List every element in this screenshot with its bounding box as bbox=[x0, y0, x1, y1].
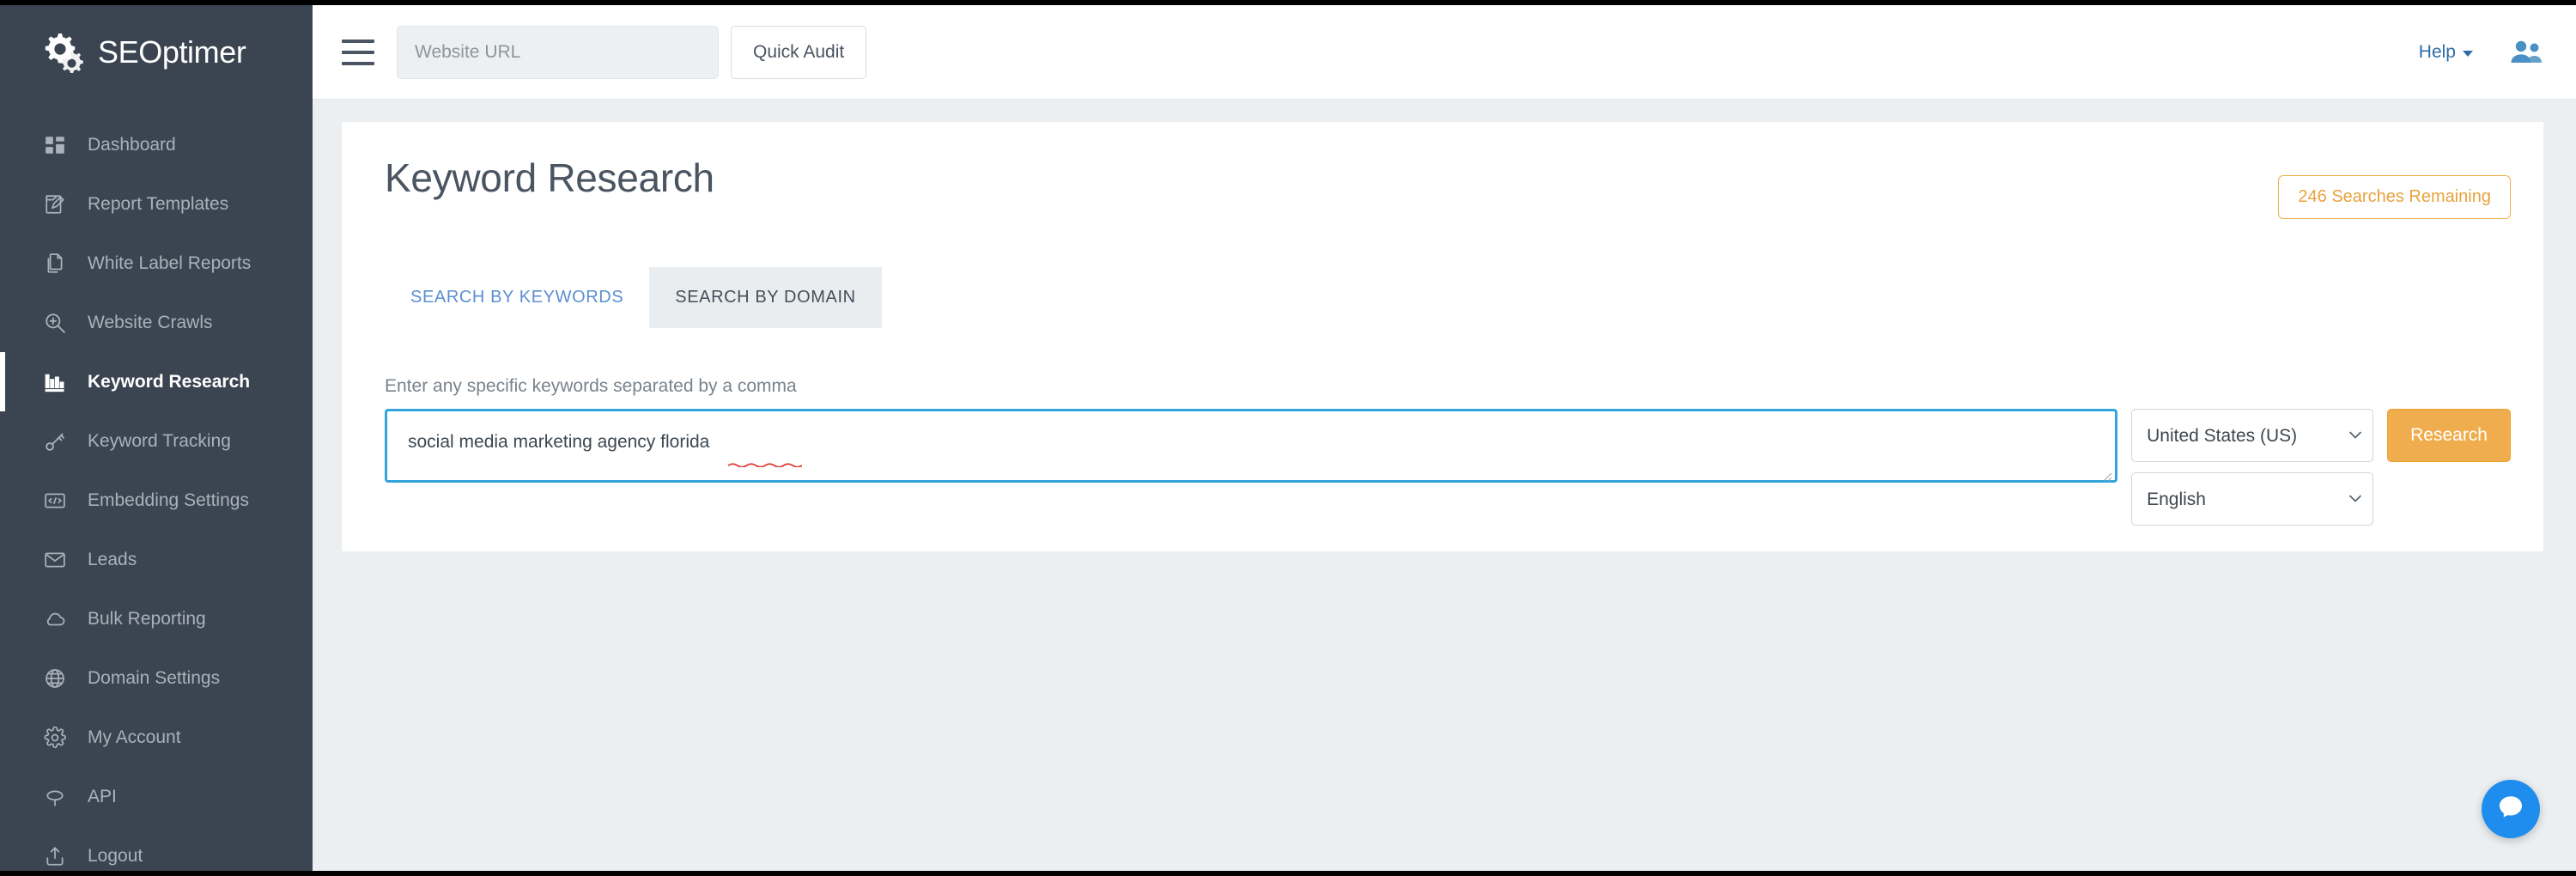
chevron-down-icon bbox=[2463, 50, 2473, 57]
help-menu[interactable]: Help bbox=[2419, 42, 2473, 63]
content-area: Keyword Research 246 Searches Remaining … bbox=[313, 100, 2576, 871]
sidebar-item-label: Keyword Research bbox=[88, 372, 251, 392]
intercom-chat-button[interactable] bbox=[2482, 780, 2540, 838]
website-url-input[interactable] bbox=[397, 25, 719, 79]
documents-copy-icon bbox=[43, 252, 67, 276]
sidebar-item-label: White Label Reports bbox=[88, 253, 252, 273]
sidebar-item-label: Bulk Reporting bbox=[88, 609, 206, 629]
people-avatar-icon[interactable] bbox=[2509, 38, 2543, 67]
sidebar-item-embedding-settings[interactable]: Embedding Settings bbox=[0, 471, 313, 530]
sidebar-item-label: API bbox=[88, 787, 117, 806]
sidebar-item-keyword-tracking[interactable]: Keyword Tracking bbox=[0, 411, 313, 471]
hamburger-icon[interactable] bbox=[342, 39, 374, 65]
plug-icon bbox=[43, 785, 67, 809]
sidebar-item-label: Logout bbox=[88, 846, 143, 866]
country-select[interactable]: United States (US) bbox=[2131, 409, 2374, 462]
locale-selectors: United States (US) English bbox=[2131, 409, 2374, 526]
quick-audit-button[interactable]: Quick Audit bbox=[731, 25, 867, 79]
envelope-icon bbox=[43, 548, 67, 572]
sidebar-item-bulk-reporting[interactable]: Bulk Reporting bbox=[0, 589, 313, 648]
research-button[interactable]: Research bbox=[2387, 409, 2511, 462]
sidebar-item-api[interactable]: API bbox=[0, 767, 313, 826]
page-title: Keyword Research bbox=[385, 155, 714, 200]
language-select[interactable]: English bbox=[2131, 472, 2374, 526]
globe-icon bbox=[43, 666, 67, 690]
search-mode-tabs: SEARCH BY KEYWORDS SEARCH BY DOMAIN bbox=[385, 267, 2511, 328]
sidebar-item-leads[interactable]: Leads bbox=[0, 530, 313, 589]
key-icon bbox=[43, 429, 67, 453]
language-select-wrapper: English bbox=[2131, 472, 2374, 526]
sidebar-nav: Dashboard Report Templates White Label R… bbox=[0, 115, 313, 876]
sidebar-item-label: Keyword Tracking bbox=[88, 431, 231, 451]
sidebar-item-website-crawls[interactable]: Website Crawls bbox=[0, 293, 313, 352]
sidebar-item-label: Website Crawls bbox=[88, 313, 213, 332]
sidebar-item-report-templates[interactable]: Report Templates bbox=[0, 174, 313, 234]
keywords-field-label: Enter any specific keywords separated by… bbox=[385, 376, 797, 396]
sidebar-item-white-label-reports[interactable]: White Label Reports bbox=[0, 234, 313, 293]
keywords-input[interactable] bbox=[385, 409, 2118, 483]
embed-code-icon bbox=[43, 489, 67, 513]
country-select-wrapper: United States (US) bbox=[2131, 409, 2374, 462]
sidebar-item-label: Report Templates bbox=[88, 194, 229, 214]
sidebar-item-logout[interactable]: Logout bbox=[0, 826, 313, 876]
searches-remaining-badge[interactable]: 246 Searches Remaining bbox=[2278, 175, 2511, 219]
top-bar: Quick Audit Help bbox=[313, 5, 2576, 100]
sidebar-item-domain-settings[interactable]: Domain Settings bbox=[0, 648, 313, 708]
sidebar: SEOptimer Dashboard Report Templates Whi bbox=[0, 5, 313, 871]
pencil-square-icon bbox=[43, 192, 67, 216]
keyword-search-form: United States (US) English bbox=[385, 409, 2511, 526]
dashboard-grid-icon bbox=[43, 133, 67, 157]
logout-arrow-icon bbox=[43, 844, 67, 868]
brand-name: SEOptimer bbox=[98, 34, 246, 70]
sidebar-item-my-account[interactable]: My Account bbox=[0, 708, 313, 767]
tab-search-by-domain[interactable]: SEARCH BY DOMAIN bbox=[649, 267, 882, 328]
sidebar-item-label: Embedding Settings bbox=[88, 490, 249, 510]
help-label: Help bbox=[2418, 41, 2456, 62]
keywords-input-wrapper bbox=[385, 409, 2118, 487]
card-header: Keyword Research 246 Searches Remaining bbox=[385, 156, 2511, 219]
sidebar-item-label: Dashboard bbox=[88, 135, 176, 155]
main-column: Quick Audit Help Keyword Research bbox=[313, 5, 2576, 871]
gear-logo-icon bbox=[41, 30, 86, 75]
brand-logo-area[interactable]: SEOptimer bbox=[0, 5, 313, 100]
cloud-icon bbox=[43, 607, 67, 631]
sidebar-item-label: Domain Settings bbox=[88, 668, 221, 688]
sidebar-item-label: My Account bbox=[88, 727, 181, 747]
keyword-research-card: Keyword Research 246 Searches Remaining … bbox=[342, 122, 2543, 551]
sidebar-item-keyword-research[interactable]: Keyword Research bbox=[0, 352, 313, 411]
tab-search-by-keywords[interactable]: SEARCH BY KEYWORDS bbox=[385, 267, 649, 328]
sidebar-item-label: Leads bbox=[88, 550, 137, 569]
sidebar-item-dashboard[interactable]: Dashboard bbox=[0, 115, 313, 174]
magnifier-plus-icon bbox=[43, 311, 67, 335]
chat-bubble-icon bbox=[2496, 793, 2525, 826]
gear-icon bbox=[43, 726, 67, 750]
app-viewport: SEOptimer Dashboard Report Templates Whi bbox=[0, 0, 2576, 876]
bar-chart-icon bbox=[43, 370, 67, 394]
